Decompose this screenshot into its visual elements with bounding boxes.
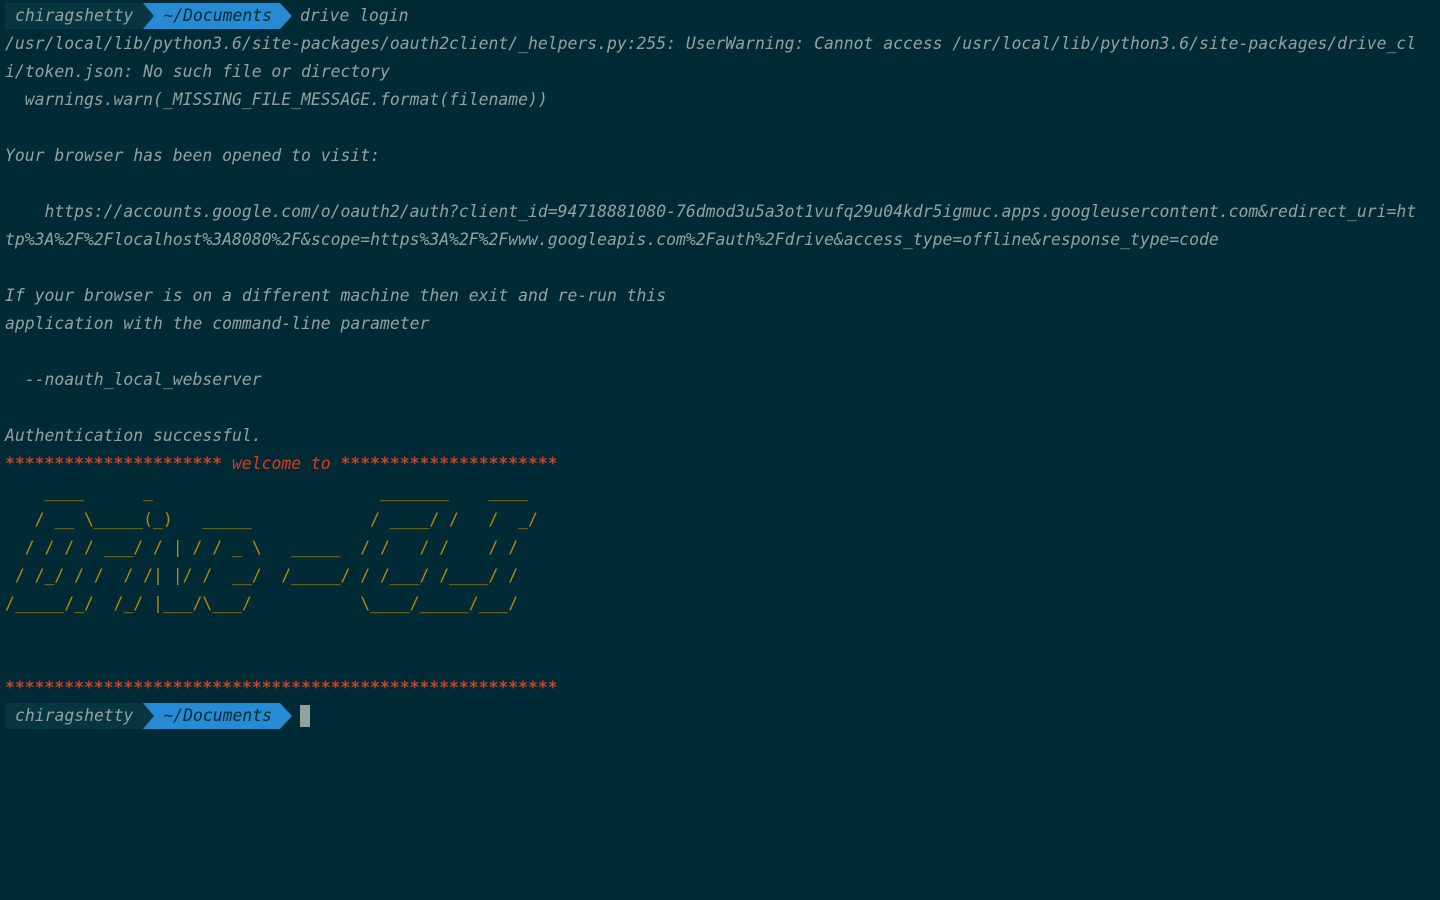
stars-right: ********************** bbox=[340, 454, 558, 473]
info-line: If your browser is on a different machin… bbox=[5, 286, 667, 305]
welcome-text: welcome to bbox=[231, 454, 331, 473]
ascii-banner-line: ____ _ _______ ____ bbox=[5, 482, 529, 501]
cli-parameter: --noauth_local_webserver bbox=[5, 370, 262, 389]
welcome-banner-header: ********************** welcome to ******… bbox=[0, 450, 1440, 478]
ascii-banner-line: / __ \_____(_) _____ / ____/ / / _/ bbox=[5, 510, 538, 529]
welcome-banner-footer: ****************************************… bbox=[0, 674, 1440, 702]
browser-opened-message: Your browser has been opened to visit: bbox=[5, 146, 380, 165]
auth-success-message: Authentication successful. bbox=[5, 426, 262, 445]
ascii-banner-line: /_____/_/ /_/ |___/\___/ \____/_____/___… bbox=[5, 594, 519, 613]
prompt-directory-segment: ~/Documents bbox=[143, 703, 292, 729]
ascii-banner-line: / /_/ / / / /| |/ / __/ /_____/ / /___/ … bbox=[5, 566, 519, 585]
auth-url-line[interactable]: tp%3A%2F%2Flocalhost%3A8080%2F&scope=htt… bbox=[0, 226, 1440, 254]
typed-command: drive login bbox=[299, 6, 409, 25]
warning-line: warnings.warn(_MISSING_FILE_MESSAGE.form… bbox=[5, 90, 548, 109]
prompt-user-segment: chiragshetty bbox=[5, 703, 144, 729]
stars-full: ****************************************… bbox=[5, 678, 558, 697]
prompt-directory-segment: ~/Documents bbox=[143, 3, 292, 29]
prompt-user-segment: chiragshetty bbox=[5, 3, 144, 29]
ascii-banner-line: / / / / ___/ / | / / _ \ _____ / / / / /… bbox=[5, 538, 519, 557]
text-cursor[interactable] bbox=[299, 705, 310, 727]
prompt-line[interactable]: chiragshetty ~/Documents bbox=[0, 702, 1440, 730]
info-line: application with the command-line parame… bbox=[5, 314, 430, 333]
auth-url-line[interactable]: https://accounts.google.com/o/oauth2/aut… bbox=[0, 198, 1440, 226]
terminal-window[interactable]: chiragshetty ~/Documents drive login /us… bbox=[0, 0, 1440, 900]
stars-left: ********************** bbox=[5, 454, 223, 473]
prompt-line: chiragshetty ~/Documents drive login bbox=[0, 2, 1440, 30]
warning-line: i/token.json: No such file or directory bbox=[5, 62, 390, 81]
warning-line: /usr/local/lib/python3.6/site-packages/o… bbox=[5, 34, 1417, 53]
